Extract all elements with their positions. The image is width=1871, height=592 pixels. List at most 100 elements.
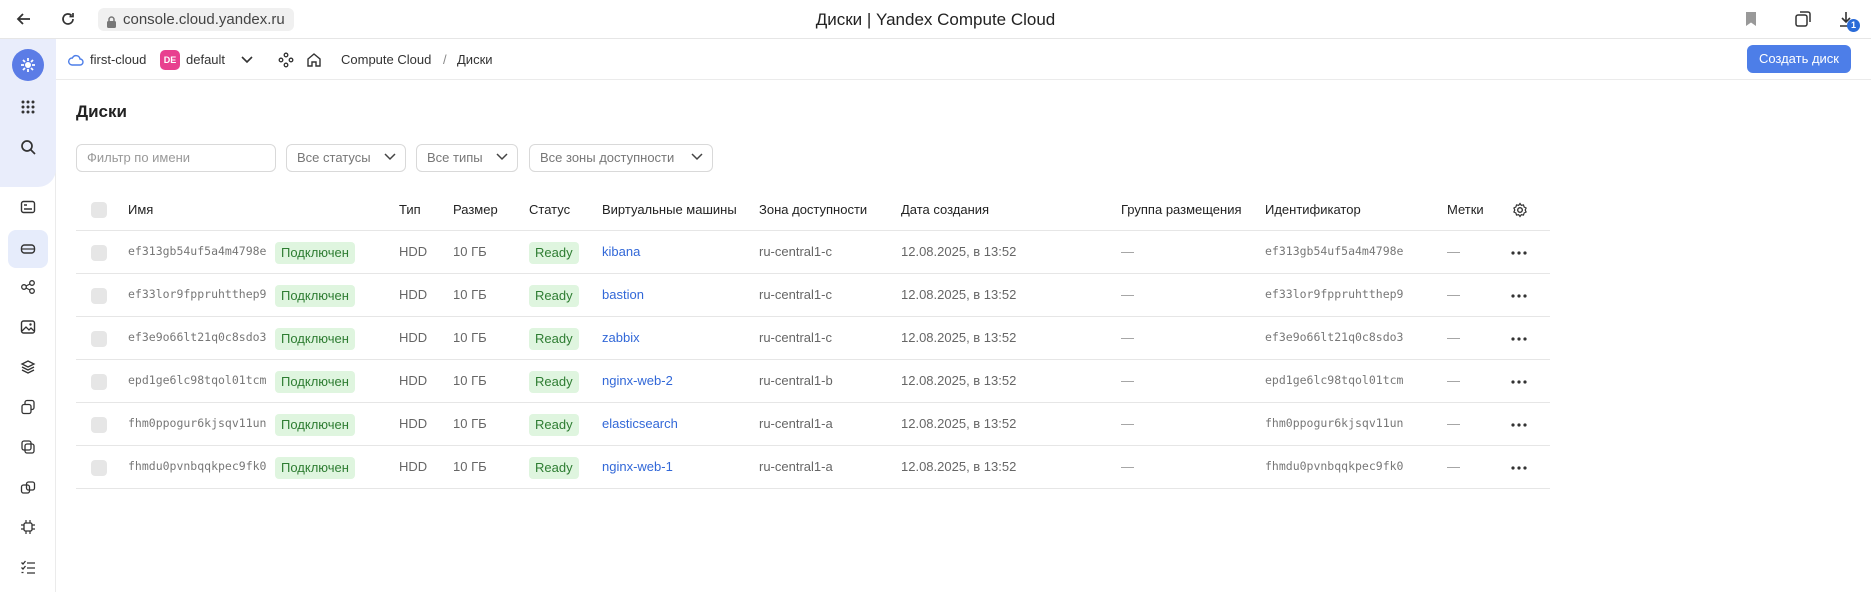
row-checkbox[interactable] <box>91 288 107 304</box>
col-status[interactable]: Статус <box>529 195 570 231</box>
folder-selector[interactable]: DE default <box>160 39 253 80</box>
collections-icon[interactable] <box>1792 8 1814 30</box>
col-labels[interactable]: Метки <box>1447 195 1484 231</box>
table-row[interactable]: ef3e9o66lt21q0c8sdo3 Подключен HDD 10 ГБ… <box>76 317 1550 360</box>
placement-group: — <box>1121 244 1134 259</box>
zone: ru-central1-c <box>759 287 832 302</box>
select-all-checkbox[interactable] <box>91 202 107 218</box>
file-storage-icon[interactable] <box>14 473 42 501</box>
labels: — <box>1447 244 1460 259</box>
disk-size: 10 ГБ <box>453 373 487 388</box>
more-actions-icon[interactable] <box>1511 360 1527 403</box>
disk-name[interactable]: ef33lor9fppruhtthep9 <box>128 274 266 317</box>
row-checkbox[interactable] <box>91 417 107 433</box>
more-actions-icon[interactable] <box>1511 317 1527 360</box>
col-type[interactable]: Тип <box>399 195 421 231</box>
col-vms[interactable]: Виртуальные машины <box>602 195 737 231</box>
name-filter-input[interactable]: Фильтр по имени <box>76 144 276 172</box>
created-date: 12.08.2025, в 13:52 <box>901 416 1017 431</box>
attached-badge: Подключен <box>275 241 355 264</box>
type-filter-select[interactable]: Все типы <box>416 144 518 172</box>
snapshots-icon[interactable] <box>14 353 42 381</box>
col-created[interactable]: Дата создания <box>901 195 989 231</box>
bookmark-icon[interactable] <box>1740 8 1762 30</box>
row-checkbox[interactable] <box>91 374 107 390</box>
service-map-icon[interactable] <box>278 39 294 80</box>
disk-name[interactable]: fhm0ppogur6kjsqv11un <box>128 403 266 446</box>
gpu-cluster-icon[interactable] <box>14 513 42 541</box>
vm-link[interactable]: elasticsearch <box>602 403 678 446</box>
network-icon[interactable] <box>14 273 42 301</box>
disks-icon[interactable] <box>8 230 48 268</box>
status-badge: Ready <box>529 327 579 350</box>
breadcrumb-service[interactable]: Compute Cloud <box>341 39 431 80</box>
cloud-selector[interactable]: first-cloud <box>68 39 146 80</box>
more-actions-icon[interactable] <box>1511 446 1527 489</box>
table-row[interactable]: ef33lor9fppruhtthep9 Подключен HDD 10 ГБ… <box>76 274 1550 317</box>
disk-name[interactable]: ef313gb54uf5a4m4798e <box>128 231 266 274</box>
placement-group: — <box>1121 373 1134 388</box>
vm-link[interactable]: bastion <box>602 274 644 317</box>
status-filter-select[interactable]: Все статусы <box>286 144 406 172</box>
zone-filter-select[interactable]: Все зоны доступности <box>529 144 713 172</box>
table-header: Имя Тип Размер Статус Виртуальные машины… <box>76 195 1550 231</box>
disk-name[interactable]: fhmdu0pvnbqqkpec9fk0 <box>128 446 266 489</box>
vm-link[interactable]: nginx-web-1 <box>602 446 673 489</box>
table-row[interactable]: epd1ge6lc98tqol01tcm Подключен HDD 10 ГБ… <box>76 360 1550 403</box>
placement-group: — <box>1121 416 1134 431</box>
attached-cell: Подключен <box>275 231 355 274</box>
home-icon[interactable] <box>306 39 322 80</box>
vm-link[interactable]: kibana <box>602 231 640 274</box>
table-settings-gear-icon[interactable] <box>1512 202 1528 218</box>
more-actions-icon[interactable] <box>1511 274 1527 317</box>
col-zone[interactable]: Зона доступности <box>759 195 867 231</box>
vm-list-icon[interactable] <box>14 193 42 221</box>
placement-groups-icon[interactable] <box>14 433 42 461</box>
row-checkbox[interactable] <box>91 460 107 476</box>
page-title: Диски <box>76 102 127 121</box>
col-name[interactable]: Имя <box>128 195 153 231</box>
table-row[interactable]: fhm0ppogur6kjsqv11un Подключен HDD 10 ГБ… <box>76 403 1550 446</box>
chevron-down-icon <box>384 153 396 161</box>
placement-group: — <box>1121 287 1134 302</box>
disk-id: ef3e9o66lt21q0c8sdo3 <box>1265 330 1404 344</box>
create-disk-button[interactable]: Создать диск <box>1746 45 1851 73</box>
col-id[interactable]: Идентификатор <box>1265 195 1361 231</box>
disk-type: HDD <box>399 416 428 431</box>
operations-icon[interactable] <box>14 553 42 581</box>
zone: ru-central1-c <box>759 330 832 345</box>
row-checkbox[interactable] <box>91 331 107 347</box>
more-actions-icon[interactable] <box>1511 231 1527 274</box>
status-badge: Ready <box>529 241 579 264</box>
disk-type: HDD <box>399 287 428 302</box>
vm-link[interactable]: nginx-web-2 <box>602 360 673 403</box>
disk-size: 10 ГБ <box>453 416 487 431</box>
search-icon[interactable] <box>14 133 42 161</box>
services-grid-icon[interactable] <box>14 93 42 121</box>
disk-size: 10 ГБ <box>453 459 487 474</box>
table-row[interactable]: fhmdu0pvnbqqkpec9fk0 Подключен HDD 10 ГБ… <box>76 446 1550 489</box>
table-row[interactable]: ef313gb54uf5a4m4798e Подключен HDD 10 ГБ… <box>76 231 1550 274</box>
attached-cell: Подключен <box>275 360 355 403</box>
disk-type: HDD <box>399 459 428 474</box>
breadcrumb-current: Диски <box>457 52 493 67</box>
chevron-down-icon <box>496 153 508 161</box>
row-checkbox[interactable] <box>91 245 107 261</box>
images-icon[interactable] <box>14 313 42 341</box>
folder-badge: DE <box>160 49 180 70</box>
disk-name[interactable]: epd1ge6lc98tqol01tcm <box>128 360 266 403</box>
zone: ru-central1-a <box>759 416 833 431</box>
cloud-logo-icon[interactable] <box>12 49 44 81</box>
attached-badge: Подключен <box>275 456 355 479</box>
disk-name[interactable]: ef3e9o66lt21q0c8sdo3 <box>128 317 266 360</box>
instance-groups-icon[interactable] <box>14 393 42 421</box>
labels: — <box>1447 330 1460 345</box>
attached-badge: Подключен <box>275 370 355 393</box>
download-icon[interactable]: 1 <box>1835 8 1860 32</box>
more-actions-icon[interactable] <box>1511 403 1527 446</box>
status-badge: Ready <box>529 370 579 393</box>
vm-link[interactable]: zabbix <box>602 317 640 360</box>
disk-id: epd1ge6lc98tqol01tcm <box>1265 373 1404 387</box>
col-size[interactable]: Размер <box>453 195 498 231</box>
col-group[interactable]: Группа размещения <box>1121 195 1242 231</box>
